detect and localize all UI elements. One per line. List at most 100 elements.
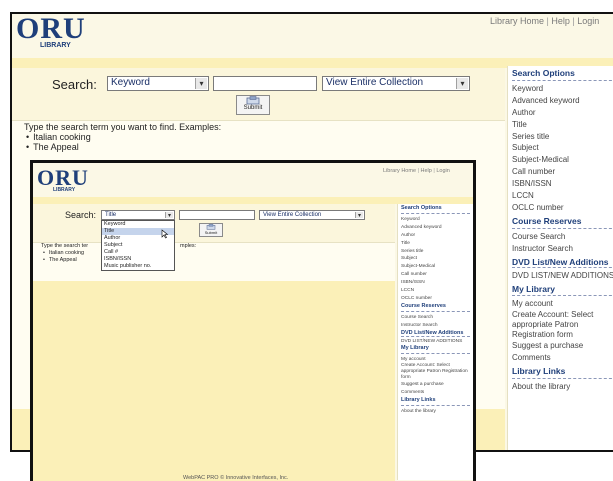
sidebar-item-oclc-number[interactable]: OCLC number [401,295,470,303]
sidebar-item-advanced-keyword[interactable]: Advanced keyword [401,224,470,232]
sidebar-item-create-account[interactable]: Create Account: Select appropriate Patro… [512,310,613,340]
sidebar-item-call-number[interactable]: Call number [401,271,470,279]
sidebar-item-oclc-number[interactable]: OCLC number [512,202,613,214]
sidebar-heading-dvd: DVD List/New Additions [512,257,613,268]
sidebar-item-author[interactable]: Author [512,107,613,119]
hint-tail: mples: [180,243,197,249]
help-link[interactable]: Help [421,168,432,174]
sidebar-item-dvd-list[interactable]: DVD LIST/NEW ADDITIONS [401,339,470,345]
mouse-cursor-icon [161,229,169,239]
sidebar: Search Options Keyword Advanced keyword … [507,66,613,450]
sidebar-item-about-library[interactable]: About the library [512,381,613,393]
sidebar-item-dvd-list[interactable]: DVD LIST/NEW ADDITIONS [512,270,613,282]
search-hint: Type the search term you want to find. E… [24,122,221,152]
sidebar: Search Options Keyword Advanced keyword … [397,204,473,480]
sidebar-item-author[interactable]: Author [401,232,470,240]
examples-list: Italian cooking The Appeal [43,250,88,264]
collection-value: View Entire Collection [263,212,322,218]
search-input[interactable] [179,210,255,220]
sidebar-item-about-library[interactable]: About the library [401,408,470,416]
submit-button[interactable]: Submit [199,223,223,237]
submit-button[interactable]: Submit [236,95,270,115]
sidebar-item-series-title[interactable]: Series title [401,248,470,256]
examples-list: Italian cooking The Appeal [26,132,221,152]
foreground-screenshot: ORU LIBRARY Library Home | Help | Login … [30,160,476,481]
search-type-value: Title [105,212,117,218]
sidebar-item-isbn-issn[interactable]: ISBN/ISSN [401,279,470,287]
sidebar-item-comments[interactable]: Comments [401,389,470,397]
sidebar-item-comments[interactable]: Comments [512,352,613,364]
collection-select[interactable]: View Entire Collection ▾ [322,76,470,91]
sidebar-item-my-account[interactable]: My account [512,298,613,310]
sidebar-item-series-title[interactable]: Series title [512,131,613,143]
example-item: The Appeal [26,142,221,152]
top-links: Library Home | Help | Login [490,16,599,26]
example-item: The Appeal [43,257,88,264]
sidebar-heading-search-options: Search Options [401,205,470,214]
search-submit-icon [246,96,260,105]
logo-subtitle: LIBRARY [53,187,76,193]
sidebar-item-instructor-search[interactable]: Instructor Search [512,243,613,255]
sidebar-item-advanced-keyword[interactable]: Advanced keyword [512,95,613,107]
footer-copyright: WebPAC PRO © Innovative Interfaces, Inc. [183,475,289,481]
sidebar-heading-search-options: Search Options [512,68,613,81]
sidebar-item-title[interactable]: Title [401,240,470,248]
sidebar-item-instructor-search[interactable]: Instructor Search [401,322,470,330]
search-input[interactable] [213,76,317,91]
sidebar-item-suggest-purchase[interactable]: Suggest a purchase [512,340,613,352]
search-label: Search: [52,77,97,92]
sidebar-heading-library-links: Library Links [512,366,613,380]
header-band [33,197,473,204]
sidebar-item-lccn[interactable]: LCCN [401,287,470,295]
sidebar-heading-library-links: Library Links [401,397,470,407]
logo-subtitle: LIBRARY [40,42,71,49]
sidebar-item-isbn-issn[interactable]: ISBN/ISSN [512,178,613,190]
help-link[interactable]: Help [551,16,570,26]
logo[interactable]: ORU [16,14,86,46]
top-links: Library Home | Help | Login [383,168,450,174]
sidebar-heading-course-reserves: Course Reserves [401,303,470,312]
sidebar-item-subject[interactable]: Subject [401,255,470,263]
sidebar-item-create-account[interactable]: Create Account: Select appropriate Patro… [401,363,470,381]
sidebar-item-keyword[interactable]: Keyword [401,216,470,224]
example-item: Italian cooking [43,250,88,257]
sidebar-item-lccn[interactable]: LCCN [512,190,613,202]
hint-text: Type the search term you want to find. E… [24,122,222,132]
login-link[interactable]: Login [577,16,599,26]
sidebar-item-course-search[interactable]: Course Search [401,314,470,322]
sidebar-item-subject[interactable]: Subject [512,142,613,154]
collection-select[interactable]: View Entire Collection ▾ [259,210,365,220]
search-type-select[interactable]: Keyword ▾ [107,76,209,91]
library-home-link[interactable]: Library Home [383,168,416,174]
dropdown-option-subject[interactable]: Subject [102,242,174,249]
search-type-value: Keyword [111,77,150,88]
sidebar-item-subject-medical[interactable]: Subject-Medical [401,263,470,271]
chevron-down-icon: ▾ [355,212,363,219]
dropdown-option-call-number[interactable]: Call # [102,249,174,256]
sidebar-item-title[interactable]: Title [512,119,613,131]
sidebar-item-suggest-purchase[interactable]: Suggest a purchase [401,381,470,389]
sidebar-heading-my-library: My Library [401,345,470,354]
search-type-dropdown-list: Keyword Title Author Subject Call # ISBN… [101,220,175,271]
dropdown-option-isbn-issn[interactable]: ISBN/ISSN [102,256,174,263]
sidebar-item-keyword[interactable]: Keyword [512,83,613,95]
login-link[interactable]: Login [436,168,449,174]
sidebar-heading-course-reserves: Course Reserves [512,216,613,229]
collection-value: View Entire Collection [326,77,424,88]
sidebar-item-subject-medical[interactable]: Subject-Medical [512,154,613,166]
dropdown-option-music-publisher[interactable]: Music publisher no. [102,263,174,270]
sidebar-item-call-number[interactable]: Call number [512,166,613,178]
chevron-down-icon: ▾ [195,78,207,89]
library-home-link[interactable]: Library Home [490,16,544,26]
search-type-select[interactable]: Title ▾ [101,210,175,220]
sidebar-item-course-search[interactable]: Course Search [512,231,613,243]
submit-label: Submit [204,230,218,235]
example-item: Italian cooking [26,132,221,142]
chevron-down-icon: ▾ [456,78,468,89]
search-hint: Type the search ter Italian cooking The … [41,243,88,264]
sidebar-heading-my-library: My Library [512,284,613,297]
footer-band [33,281,395,481]
chevron-down-icon: ▾ [165,212,173,219]
dropdown-option-keyword[interactable]: Keyword [102,221,174,228]
submit-label: Submit [243,105,263,111]
